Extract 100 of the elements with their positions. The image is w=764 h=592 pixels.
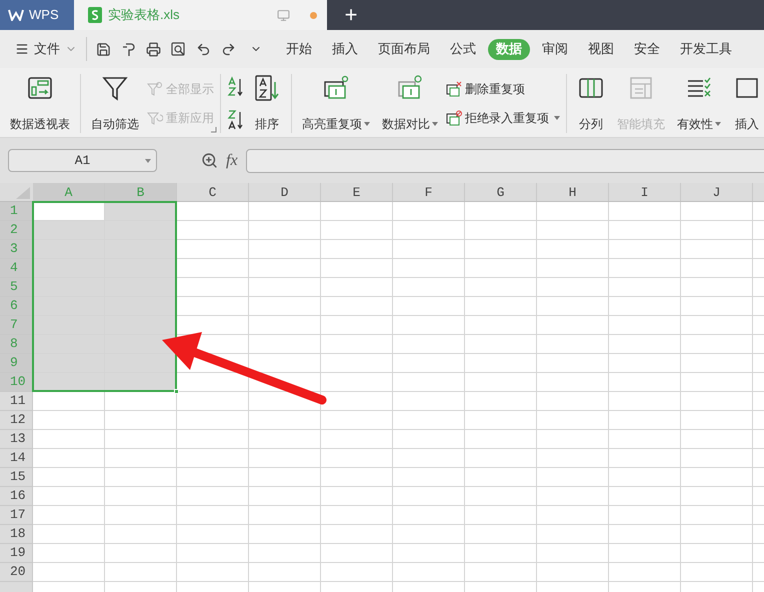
table-cell[interactable] [681, 487, 753, 506]
table-cell[interactable] [249, 506, 321, 525]
table-cell[interactable] [609, 525, 681, 544]
table-cell[interactable] [537, 487, 609, 506]
table-cell[interactable] [609, 449, 681, 468]
name-box[interactable]: A1 [8, 149, 157, 172]
table-cell[interactable] [177, 468, 249, 487]
app-tab[interactable]: WPS [0, 0, 74, 30]
table-cell[interactable] [465, 506, 537, 525]
table-cell[interactable] [609, 297, 681, 316]
table-cell[interactable] [393, 354, 465, 373]
column-header[interactable]: J [681, 183, 753, 201]
ribbon-button[interactable]: 数据透视表 [6, 74, 74, 133]
table-cell[interactable] [393, 202, 465, 221]
table-cell[interactable] [177, 278, 249, 297]
table-cell[interactable] [177, 316, 249, 335]
table-cell[interactable] [393, 525, 465, 544]
table-cell[interactable] [105, 202, 177, 221]
table-cell[interactable] [105, 259, 177, 278]
table-cell[interactable] [321, 430, 393, 449]
menu-tab[interactable]: 安全 [626, 38, 668, 60]
ribbon-button[interactable]: 排序 [249, 74, 285, 133]
table-cell[interactable] [681, 297, 753, 316]
table-cell[interactable] [537, 354, 609, 373]
table-cell[interactable] [321, 468, 393, 487]
table-cell[interactable] [321, 202, 393, 221]
table-cell[interactable] [537, 297, 609, 316]
table-cell[interactable] [249, 525, 321, 544]
sort-button[interactable] [227, 109, 245, 131]
table-cell[interactable] [249, 563, 321, 582]
table-cell[interactable] [681, 468, 753, 487]
row-header[interactable]: 17 [0, 506, 33, 525]
select-all-icon[interactable] [16, 187, 30, 199]
table-cell[interactable] [681, 525, 753, 544]
table-cell[interactable] [537, 392, 609, 411]
column-header[interactable]: C [177, 183, 249, 201]
monitor-icon[interactable] [277, 8, 290, 22]
row-header[interactable]: 14 [0, 449, 33, 468]
menu-tab[interactable]: 插入 [324, 38, 366, 60]
table-cell[interactable] [465, 221, 537, 240]
table-cell[interactable] [537, 240, 609, 259]
table-cell[interactable] [609, 259, 681, 278]
table-cell[interactable] [609, 430, 681, 449]
table-cell[interactable] [609, 468, 681, 487]
row-header[interactable]: 18 [0, 525, 33, 544]
table-cell[interactable] [249, 468, 321, 487]
table-cell[interactable] [249, 278, 321, 297]
table-cell[interactable] [321, 297, 393, 316]
table-cell[interactable] [249, 487, 321, 506]
table-cell[interactable] [321, 506, 393, 525]
table-cell[interactable] [537, 335, 609, 354]
table-cell[interactable] [681, 240, 753, 259]
menu-tab[interactable]: 开始 [278, 38, 320, 60]
search-icon[interactable] [201, 152, 218, 169]
table-cell[interactable] [609, 487, 681, 506]
table-cell[interactable] [321, 392, 393, 411]
print-preview-icon[interactable] [171, 42, 186, 56]
table-cell[interactable] [177, 525, 249, 544]
table-cell[interactable] [105, 354, 177, 373]
table-cell[interactable] [321, 544, 393, 563]
new-tab-button[interactable]: + [339, 0, 363, 30]
table-cell[interactable] [105, 240, 177, 259]
ribbon-small-button[interactable]: 拒绝录入重复项 [446, 109, 560, 128]
table-cell[interactable] [33, 278, 105, 297]
table-cell[interactable] [681, 449, 753, 468]
table-cell[interactable] [321, 411, 393, 430]
table-cell[interactable] [393, 544, 465, 563]
table-cell[interactable] [537, 506, 609, 525]
table-cell[interactable] [321, 221, 393, 240]
column-header[interactable]: I [609, 183, 681, 201]
undo-icon[interactable] [196, 42, 211, 56]
table-cell[interactable] [177, 506, 249, 525]
table-cell[interactable] [465, 430, 537, 449]
table-cell[interactable] [33, 354, 105, 373]
table-cell[interactable] [609, 354, 681, 373]
table-cell[interactable] [465, 468, 537, 487]
table-cell[interactable] [177, 487, 249, 506]
column-header[interactable]: F [393, 183, 465, 201]
table-cell[interactable] [321, 259, 393, 278]
ribbon-button[interactable]: 插入 [729, 74, 764, 133]
table-cell[interactable] [537, 468, 609, 487]
table-cell[interactable] [609, 392, 681, 411]
table-cell[interactable] [177, 202, 249, 221]
menu-tab[interactable]: 视图 [580, 38, 622, 60]
table-cell[interactable] [681, 392, 753, 411]
table-cell[interactable] [537, 563, 609, 582]
table-cell[interactable] [321, 487, 393, 506]
table-cell[interactable] [105, 221, 177, 240]
table-cell[interactable] [681, 430, 753, 449]
row-header[interactable]: 20 [0, 563, 33, 582]
table-cell[interactable] [393, 468, 465, 487]
table-cell[interactable] [249, 202, 321, 221]
table-cell[interactable] [321, 316, 393, 335]
row-header[interactable]: 16 [0, 487, 33, 506]
table-cell[interactable] [249, 259, 321, 278]
save-icon[interactable] [96, 42, 111, 56]
table-cell[interactable] [33, 297, 105, 316]
table-cell[interactable] [681, 221, 753, 240]
row-header[interactable]: 19 [0, 544, 33, 563]
table-cell[interactable] [105, 468, 177, 487]
